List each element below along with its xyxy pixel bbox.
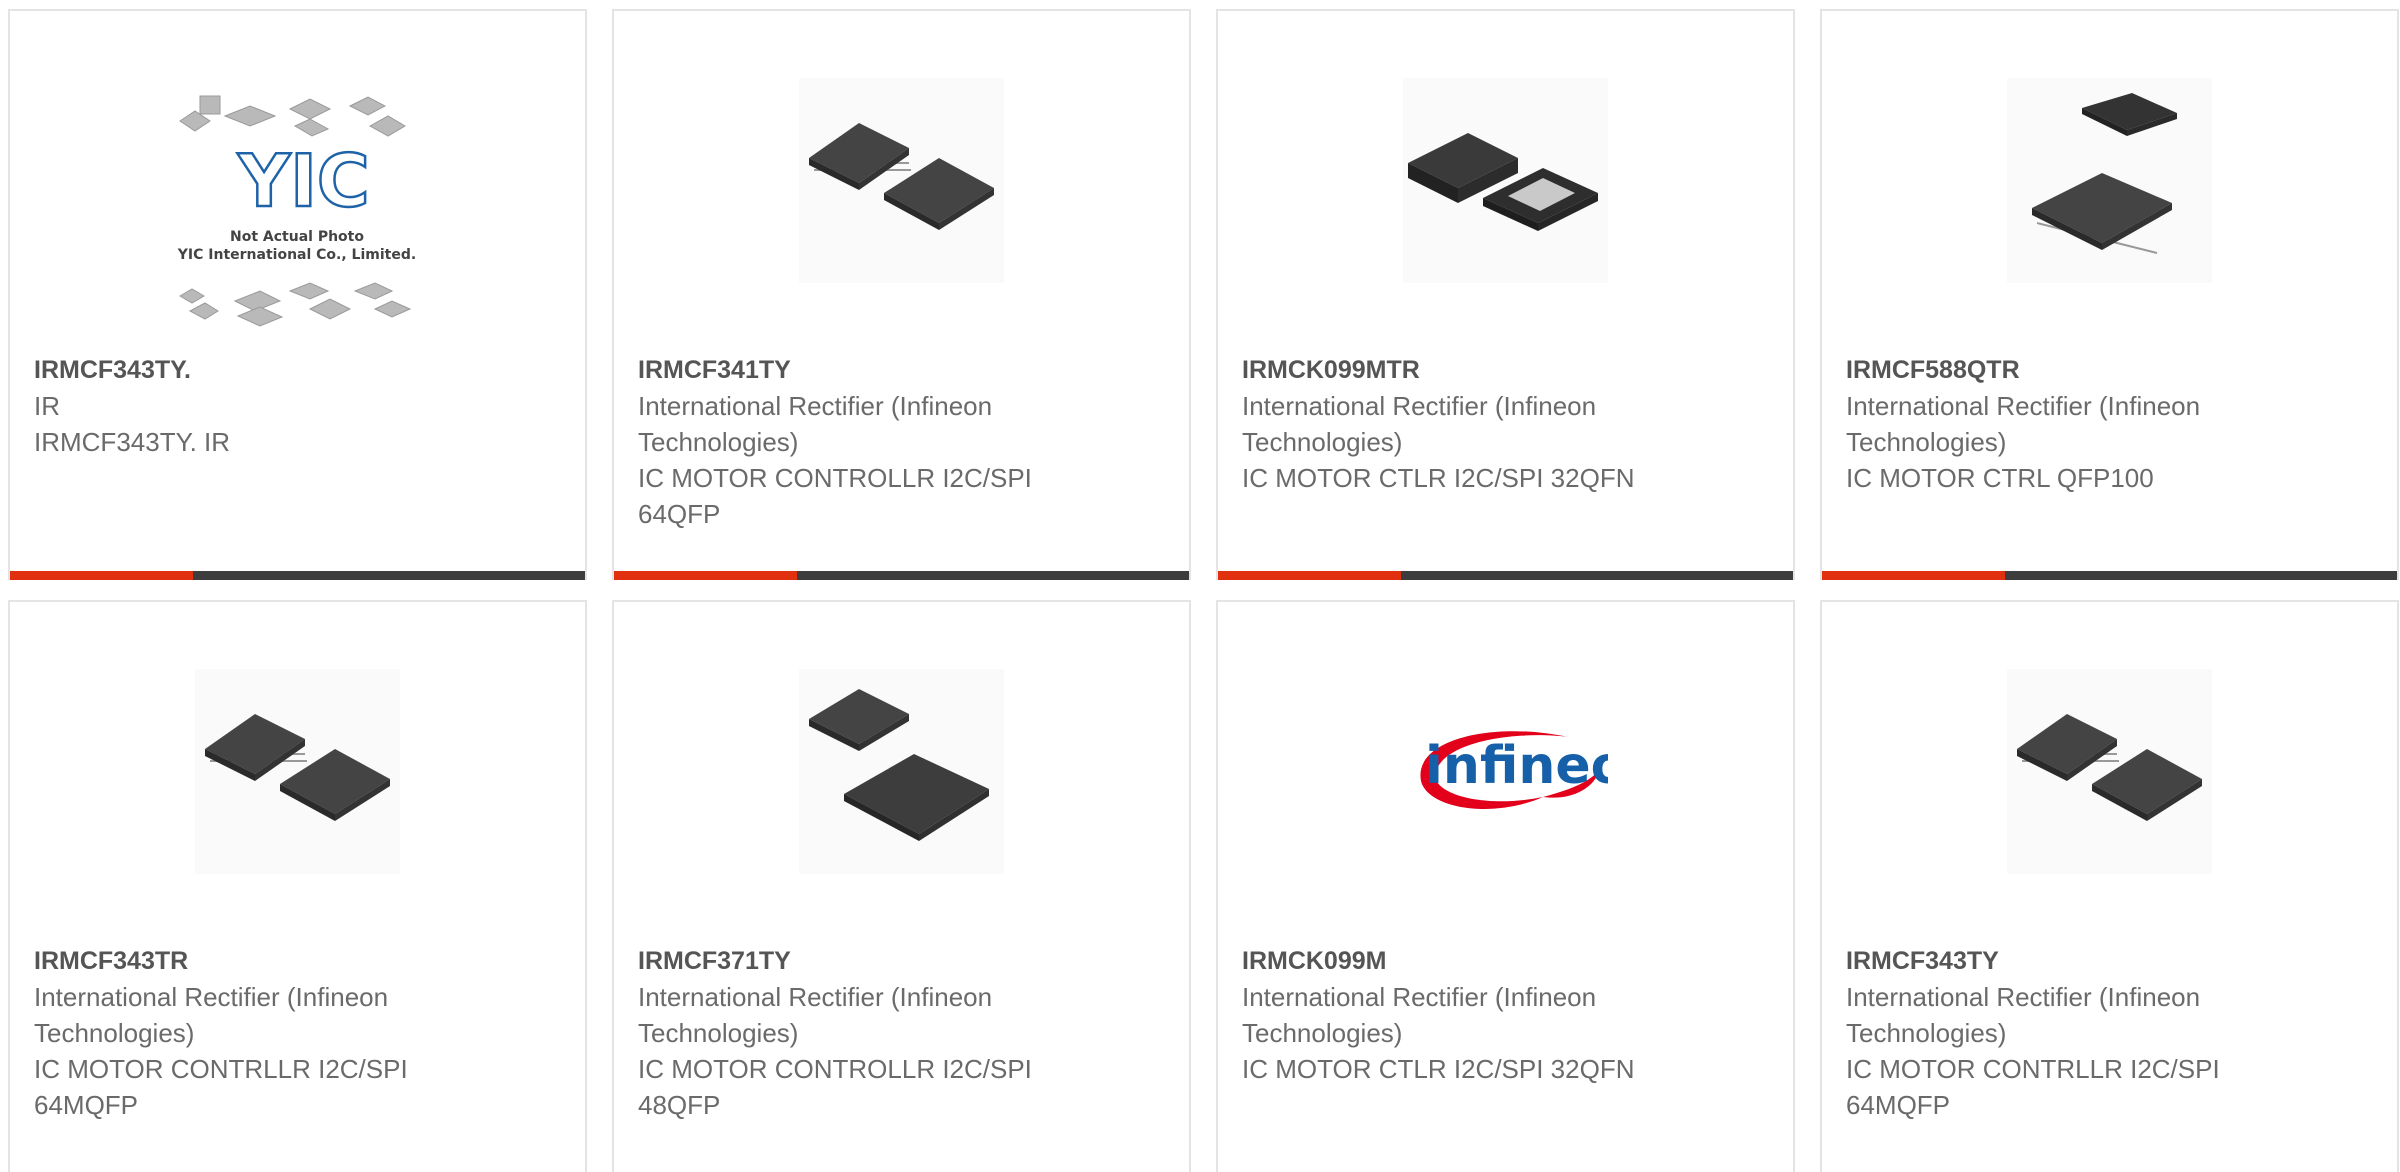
part-number[interactable]: IRMCF343TY. (34, 352, 454, 388)
card-bar (1218, 571, 1793, 580)
description: IC MOTOR CTLR I2C/SPI 32QFN (1242, 463, 1635, 493)
infineon-logo-icon: infineon (1420, 731, 1608, 809)
product-image: infineon (1403, 669, 1608, 874)
part-number[interactable]: IRMCF343TR (34, 943, 454, 979)
qfp-chip-icon (205, 714, 390, 821)
product-image (195, 669, 400, 874)
placeholder-line1: Not Actual Photo (230, 229, 364, 245)
qfp-chip-icon (2032, 93, 2177, 254)
description: IC MOTOR CONTRLLR I2C/SPI 64MQFP (34, 1054, 408, 1120)
product-grid: YIC Not Actual Photo YIC International C… (8, 9, 2400, 1172)
product-image (2007, 669, 2212, 874)
manufacturer: International Rectifier (Infineon Techno… (638, 391, 993, 457)
product-card[interactable]: IRMCK099MTR International Rectifier (Inf… (1216, 9, 1795, 580)
qfp-chip-icon (809, 123, 994, 230)
qfn-chip-icon (1408, 133, 1598, 231)
manufacturer: International Rectifier (Infineon Techno… (1846, 391, 2201, 457)
manufacturer: International Rectifier (Infineon Techno… (1242, 982, 1597, 1048)
description: IC MOTOR CTLR I2C/SPI 32QFN (1242, 1054, 1635, 1084)
placeholder-line2: YIC International Co., Limited. (177, 247, 416, 263)
qfp-chip-icon (809, 689, 989, 841)
part-number[interactable]: IRMCF343TY (1846, 943, 2266, 979)
card-bar-accent (1822, 571, 2005, 580)
product-card[interactable]: IRMCF343TR International Rectifier (Infi… (8, 600, 587, 1172)
product-image (799, 78, 1004, 283)
part-number[interactable]: IRMCF588QTR (1846, 352, 2266, 388)
yic-logo-text: YIC (237, 139, 370, 223)
description: IC MOTOR CONTRLLR I2C/SPI 64MQFP (1846, 1054, 2220, 1120)
part-number[interactable]: IRMCK099M (1242, 943, 1662, 979)
part-number[interactable]: IRMCF371TY (638, 943, 1058, 979)
card-bar (1822, 571, 2397, 580)
description: IRMCF343TY. IR (34, 427, 231, 457)
manufacturer: International Rectifier (Infineon Techno… (34, 982, 389, 1048)
card-bar (10, 571, 585, 580)
product-image (2007, 78, 2212, 283)
infineon-logo-text: infineon (1425, 736, 1608, 796)
manufacturer: IR (34, 391, 60, 421)
description: IC MOTOR CONTROLLR I2C/SPI 64QFP (638, 463, 1032, 529)
card-bar-accent (10, 571, 193, 580)
description: IC MOTOR CTRL QFP100 (1846, 463, 2154, 493)
product-card[interactable]: IRMCF343TY International Rectifier (Infi… (1820, 600, 2399, 1172)
qfp-chip-icon (2017, 714, 2202, 821)
manufacturer: International Rectifier (Infineon Techno… (1846, 982, 2201, 1048)
part-number[interactable]: IRMCF341TY (638, 352, 1058, 388)
manufacturer: International Rectifier (Infineon Techno… (1242, 391, 1597, 457)
description: IC MOTOR CONTROLLR I2C/SPI 48QFP (638, 1054, 1032, 1120)
manufacturer: International Rectifier (Infineon Techno… (638, 982, 993, 1048)
product-image (1403, 78, 1608, 283)
part-number[interactable]: IRMCK099MTR (1242, 352, 1662, 388)
product-card[interactable]: IRMCF341TY International Rectifier (Infi… (612, 9, 1191, 580)
product-card[interactable]: IRMCF371TY International Rectifier (Infi… (612, 600, 1191, 1172)
card-bar-accent (614, 571, 797, 580)
card-bar-accent (1218, 571, 1401, 580)
product-image-placeholder: YIC Not Actual Photo YIC International C… (160, 91, 435, 341)
product-card[interactable]: IRMCF588QTR International Rectifier (Inf… (1820, 9, 2399, 580)
product-image (799, 669, 1004, 874)
card-bar (614, 571, 1189, 580)
product-card[interactable]: YIC Not Actual Photo YIC International C… (8, 9, 587, 580)
product-card[interactable]: infineon IRMCK099M International Rectifi… (1216, 600, 1795, 1172)
